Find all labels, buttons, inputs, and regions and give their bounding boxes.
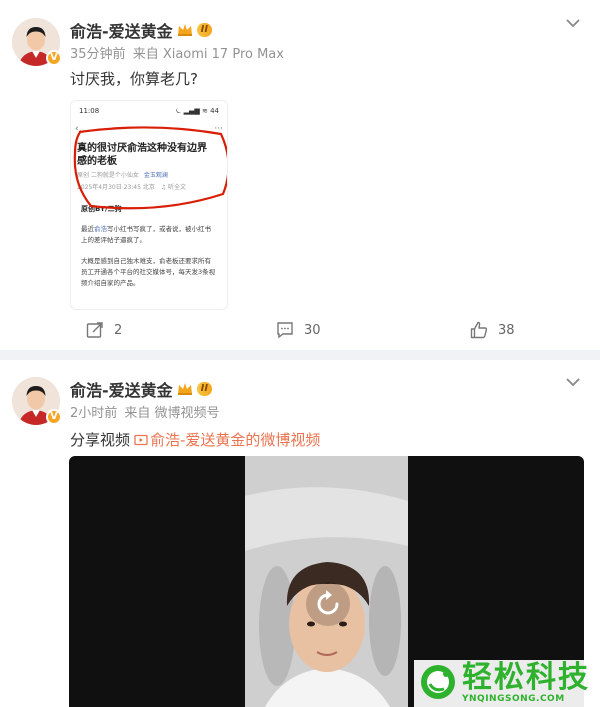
chevron-down-icon[interactable] [566,18,580,28]
verified-badge: V [46,50,62,66]
chevron-down-icon[interactable] [566,377,580,387]
post-meta: 2小时前 来自 微博视频号 [70,402,220,421]
post-source: 来自 微博视频号 [124,406,220,421]
thumbs-up-icon [470,321,488,339]
level-badge: II [196,23,213,37]
post-source: 来自 Xiaomi 17 Pro Max [132,47,284,62]
video-link[interactable]: 俞浩-爱送黄金的微博视频 [150,429,320,450]
verified-badge: V [46,409,62,425]
red-highlight-circle [73,126,227,210]
crown-icon [177,24,192,36]
article-mention: 俞浩 [94,225,107,233]
level-badge: II [196,382,213,396]
share-row: 分享视频 俞浩-爱送黄金的微博视频 [70,429,320,450]
author-name[interactable]: 俞浩-爱送黄金 [70,18,173,42]
repost-count: 2 [114,322,123,338]
post-meta: 35分钟前 来自 Xiaomi 17 Pro Max [70,43,284,62]
embedded-screenshot[interactable]: 11:08 ⏾ ▂▄▆ ≋ 44 ‹ ··· 真的很讨厌俞浩这种没有边界感的老板… [70,100,228,310]
status-time: 11:08 [79,107,100,115]
crown-icon [177,383,192,395]
weibo-post-2: V 俞浩-爱送黄金 II 2小时前 来自 微博视频号 分享视频 俞浩-爱送黄金的… [0,360,600,707]
share-label: 分享视频 [70,431,131,449]
watermark-text: 轻松科技 [462,660,590,695]
watermark-url: YNQINGSONG.COM [462,694,565,704]
post-actions: 2 30 38 [0,318,600,342]
like-button[interactable]: 38 [470,318,515,342]
post-time[interactable]: 35分钟前 [70,47,126,62]
repost-button[interactable]: 2 [86,318,122,342]
comment-icon [277,322,293,339]
post-time[interactable]: 2小时前 [70,406,117,421]
article-paragraph-1: 最近俞浩写小红书写疯了，或者说，被小红书上的差评帖子逼疯了。 [81,225,211,244]
video-link-icon [134,434,148,445]
watermark-logo-icon [421,665,455,699]
screenshot-status-bar: 11:08 ⏾ ▂▄▆ ≋ 44 [71,101,227,116]
replay-icon[interactable] [304,580,352,628]
post-text: 讨厌我，你算老几? [70,70,198,88]
article-paragraph-2: 大概是感到自己独木难支，俞老板还要求所有员工开通各个平台的社交媒体号，每天发3条… [81,257,216,287]
comment-count: 30 [304,322,321,338]
repost-icon [86,322,103,338]
weibo-post-1: V 俞浩-爱送黄金 II 35分钟前 来自 Xiaomi 17 Pro Max … [0,0,600,350]
like-count: 38 [498,322,515,338]
author-row: 俞浩-爱送黄金 II [70,18,213,42]
site-watermark: 轻松科技 YNQINGSONG.COM [414,660,600,707]
comment-button[interactable]: 30 [276,318,321,342]
author-row: 俞浩-爱送黄金 II [70,377,213,401]
post-divider [0,350,600,360]
author-name[interactable]: 俞浩-爱送黄金 [70,377,173,401]
status-icons: ⏾ ▂▄▆ ≋ 44 [175,107,219,115]
